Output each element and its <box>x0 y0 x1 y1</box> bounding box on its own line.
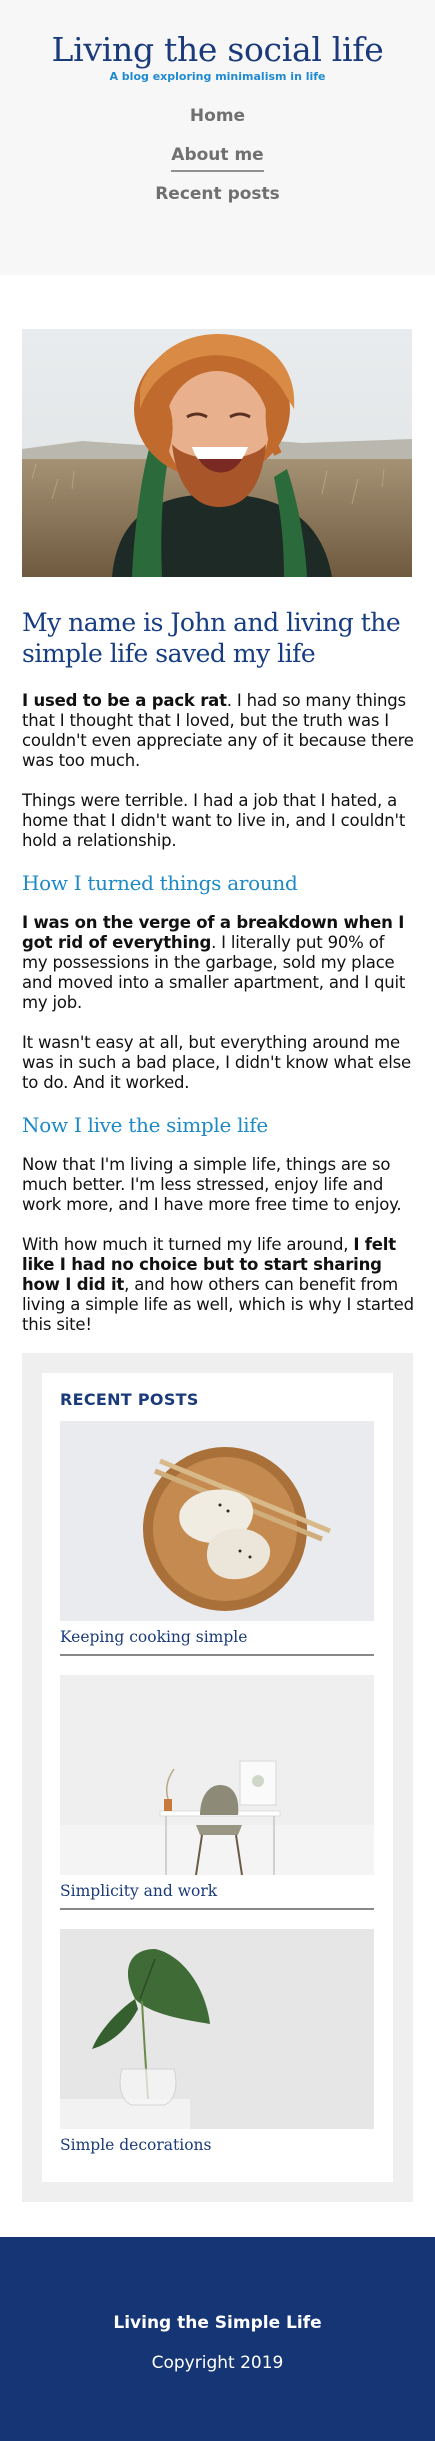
recent-post-card[interactable]: Simple decorations <box>60 1929 374 2155</box>
recent-post-link[interactable]: Simple decorations <box>60 2135 374 2155</box>
footer-title: Living the Simple Life <box>113 2313 322 2333</box>
article-title: My name is John and living the simple li… <box>22 608 401 668</box>
post-divider <box>60 1654 374 1656</box>
footer-copyright: Copyright 2019 <box>151 2353 284 2373</box>
section-heading-simple-life: Now I live the simple life <box>22 1113 268 1137</box>
article-paragraph-1-bold: I used to be a pack rat <box>22 691 227 710</box>
article-paragraph-1: I used to be a pack rat. I had so many t… <box>22 691 414 771</box>
recent-posts-heading: RECENT POSTS <box>60 1390 199 1409</box>
recent-post-link[interactable]: Simplicity and work <box>60 1881 374 1901</box>
recent-post-image[interactable] <box>60 1675 374 1875</box>
recent-post-card[interactable]: Keeping cooking simple <box>60 1421 374 1647</box>
site-tagline: A blog exploring minimalism in life <box>109 70 326 83</box>
article-paragraph-6: With how much it turned my life around, … <box>22 1235 414 1335</box>
desk-chair-photo <box>60 1675 374 1875</box>
dumplings-bowl-photo <box>60 1421 374 1621</box>
article-paragraph-6-start: With how much it turned my life around, <box>22 1235 354 1254</box>
plant-vase-photo <box>60 1929 374 2129</box>
article-paragraph-5: Now that I'm living a simple life, thing… <box>22 1155 402 1214</box>
smiling-hiker-photo <box>22 329 412 577</box>
recent-post-image[interactable] <box>60 1929 374 2129</box>
nav-item-about-me[interactable]: About me <box>171 145 264 172</box>
nav-item-home[interactable]: Home <box>0 106 435 126</box>
article-paragraph-2: Things were terrible. I had a job that I… <box>22 791 406 850</box>
site-title[interactable]: Living the social life <box>0 30 435 70</box>
section-heading-turned-around: How I turned things around <box>22 871 298 895</box>
recent-post-card[interactable]: Simplicity and work <box>60 1675 374 1901</box>
nav-item-recent-posts[interactable]: Recent posts <box>0 184 435 204</box>
site-footer: Living the Simple Life Copyright 2019 <box>0 2237 435 2441</box>
main-nav: Home About me Recent posts <box>0 106 435 204</box>
recent-post-link[interactable]: Keeping cooking simple <box>60 1627 374 1647</box>
post-divider <box>60 1908 374 1910</box>
article-paragraph-3: I was on the verge of a breakdown when I… <box>22 913 414 1013</box>
article-paragraph-4: It wasn't easy at all, but everything ar… <box>22 1033 411 1092</box>
site-header: Living the social life A blog exploring … <box>0 0 435 275</box>
hero-image <box>22 329 412 577</box>
article: My name is John and living the simple li… <box>22 607 414 1355</box>
recent-post-image[interactable] <box>60 1421 374 1621</box>
